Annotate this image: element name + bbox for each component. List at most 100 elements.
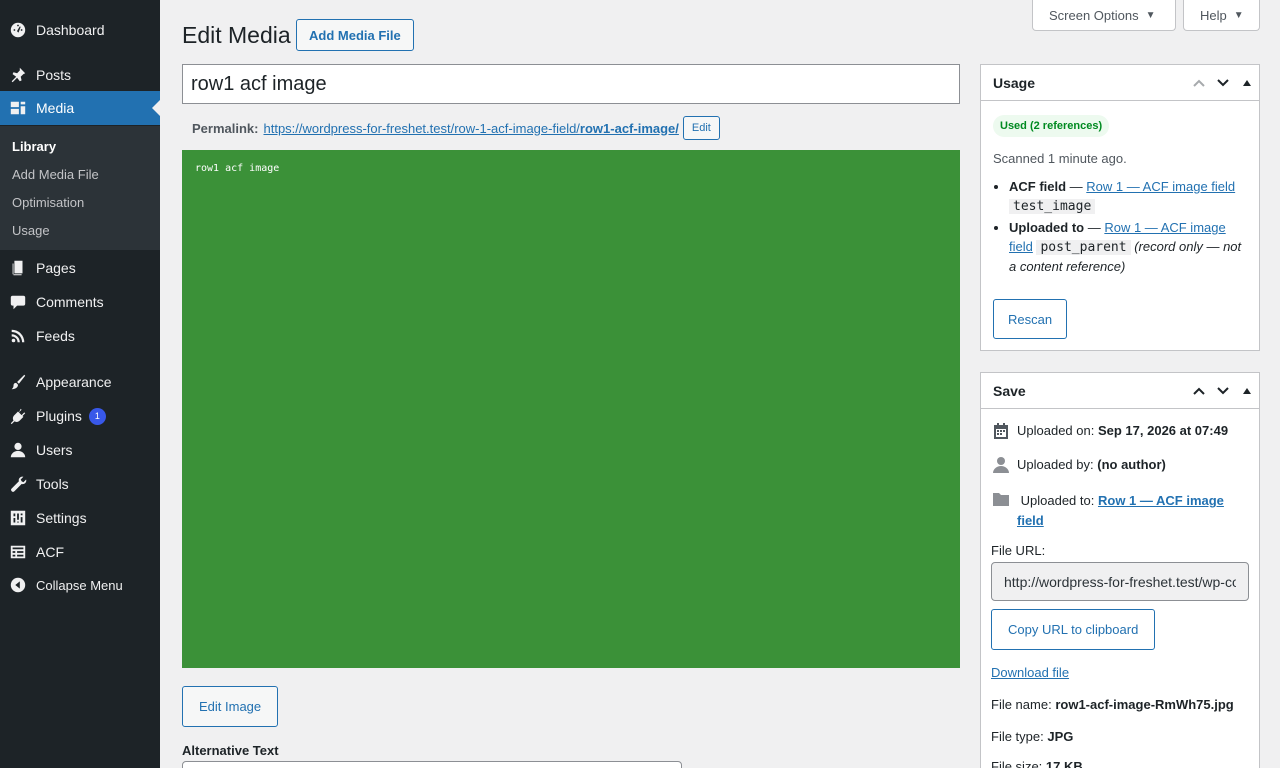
- screen-options-label: Screen Options: [1049, 7, 1139, 23]
- image-caption-text: row1 acf image: [195, 163, 280, 174]
- submenu-library[interactable]: Library: [12, 139, 56, 154]
- page-title: Edit Media: [182, 22, 291, 48]
- pin-icon: [0, 66, 36, 84]
- submenu-add-media-file[interactable]: Add Media File: [12, 167, 99, 182]
- sidebar-item-plugins[interactable]: Plugins 1: [0, 399, 160, 433]
- list-item: Uploaded to — Row 1 — ACF image field po…: [1009, 218, 1249, 276]
- screen-options-button[interactable]: Screen Options ▼: [1032, 0, 1176, 31]
- sidebar-item-tools[interactable]: Tools: [0, 467, 160, 501]
- uploaded-on-label: Uploaded on:: [1017, 423, 1095, 438]
- caret-down-icon: ▼: [1145, 9, 1156, 21]
- collapse-menu-button[interactable]: Collapse Menu: [0, 568, 160, 602]
- usage-postbox: Usage Used (2 references) Scanned 1 minu…: [980, 64, 1260, 351]
- field-name-code: test_image: [1009, 199, 1096, 214]
- move-down-button[interactable]: [1211, 65, 1235, 101]
- permalink-link[interactable]: https://wordpress-for-freshet.test/row-1…: [263, 121, 678, 136]
- ref-type-label: ACF field: [1009, 179, 1067, 194]
- save-postbox-header: Save: [981, 373, 1259, 409]
- help-label: Help: [1200, 7, 1227, 23]
- sidebar-item-feeds[interactable]: Feeds: [0, 319, 160, 353]
- save-title: Save: [993, 382, 1026, 399]
- sidebar-item-label: Posts: [36, 67, 72, 83]
- file-size-label: File size:: [991, 759, 1043, 768]
- brush-icon: [0, 373, 36, 391]
- add-media-file-button[interactable]: Add Media File: [296, 19, 414, 51]
- plugin-update-count-badge: 1: [88, 407, 106, 425]
- sidebar-item-label: Collapse Menu: [36, 577, 123, 593]
- download-file-link[interactable]: Download file: [991, 665, 1069, 680]
- calendar-icon: [994, 423, 1008, 439]
- uploaded-on-row: Uploaded on: Sep 17, 2026 at 07:49: [991, 421, 1228, 441]
- uploaded-to-label: Uploaded to:: [1020, 493, 1095, 508]
- plugin-icon: [0, 407, 36, 425]
- postbox-handle-actions: [1187, 65, 1259, 101]
- edit-image-button[interactable]: Edit Image: [182, 686, 279, 727]
- dashboard-icon: [0, 21, 36, 39]
- permalink-base: https://wordpress-for-freshet.test/row-1…: [263, 120, 580, 136]
- sidebar-item-acf[interactable]: ACF: [0, 535, 160, 569]
- sidebar-item-media[interactable]: Media: [0, 91, 160, 125]
- sidebar-item-dashboard[interactable]: Dashboard: [0, 13, 160, 47]
- move-up-button[interactable]: [1187, 373, 1211, 409]
- media-submenu: Library Add Media File Optimisation Usag…: [0, 126, 160, 250]
- move-down-button[interactable]: [1211, 373, 1235, 409]
- media-icon: [0, 99, 36, 117]
- usage-title: Usage: [993, 74, 1036, 91]
- comment-icon: [0, 293, 36, 311]
- toggle-panel-button[interactable]: [1235, 373, 1259, 409]
- rescan-button[interactable]: Rescan: [993, 299, 1068, 339]
- sidebar-item-label: Plugins: [36, 408, 82, 424]
- submenu-optimisation[interactable]: Optimisation: [12, 195, 84, 210]
- sidebar-item-posts[interactable]: Posts: [0, 58, 160, 92]
- title-input[interactable]: [182, 64, 960, 104]
- copy-url-button[interactable]: Copy URL to clipboard: [991, 609, 1156, 650]
- triangle-up-icon: [1243, 387, 1251, 394]
- toggle-panel-button[interactable]: [1235, 65, 1259, 101]
- permalink-slug: row1-acf-image/: [579, 120, 679, 136]
- settings-icon: [0, 509, 36, 527]
- postbox-handle-actions: [1187, 373, 1259, 409]
- triangle-up-icon: [1243, 79, 1251, 86]
- sidebar-item-settings[interactable]: Settings: [0, 501, 160, 535]
- file-size-value: 17 KB: [1045, 759, 1083, 768]
- permalink-row: Permalink: https://wordpress-for-freshet…: [192, 116, 720, 140]
- scanned-time: Scanned 1 minute ago.: [993, 151, 1127, 166]
- admin-sidebar: Dashboard Posts Media Library Add Media …: [0, 0, 160, 768]
- reference-list: ACF field — Row 1 — ACF image field test…: [1009, 177, 1249, 278]
- help-button[interactable]: Help ▼: [1183, 0, 1260, 31]
- alt-text-input[interactable]: [182, 761, 682, 768]
- usage-status-badge: Used (2 references): [993, 115, 1110, 137]
- usage-postbox-header: Usage: [981, 65, 1259, 101]
- ref-link[interactable]: Row 1 — ACF image field: [1086, 179, 1235, 194]
- sidebar-item-comments[interactable]: Comments: [0, 285, 160, 319]
- permalink-edit-button[interactable]: Edit: [682, 116, 720, 140]
- sidebar-item-users[interactable]: Users: [0, 433, 160, 467]
- sidebar-item-label: Pages: [36, 260, 76, 276]
- sidebar-item-label: Dashboard: [36, 22, 105, 38]
- sidebar-item-label: Settings: [36, 510, 87, 526]
- file-url-input[interactable]: [991, 562, 1249, 601]
- sidebar-item-appearance[interactable]: Appearance: [0, 365, 160, 399]
- move-up-button[interactable]: [1187, 65, 1211, 101]
- sidebar-item-label: Appearance: [36, 374, 112, 390]
- file-name-row: File name: row1-acf-image-RmWh75.jpg: [991, 697, 1234, 712]
- sidebar-item-label: Users: [36, 442, 73, 458]
- uploaded-by-label: Uploaded by:: [1017, 457, 1094, 472]
- submenu-usage[interactable]: Usage: [12, 223, 50, 238]
- file-type-row: File type: JPG: [991, 729, 1073, 744]
- media-preview-image: row1 acf image: [182, 150, 960, 668]
- field-name-code: post_parent: [1036, 240, 1131, 255]
- file-type-value: JPG: [1047, 729, 1074, 744]
- uploaded-on-value: Sep 17, 2026 at 07:49: [1097, 423, 1229, 438]
- sidebar-item-label: Media: [36, 100, 75, 116]
- ref-separator: —: [1066, 179, 1087, 194]
- file-name-value: row1-acf-image-RmWh75.jpg: [1055, 697, 1234, 712]
- folder-icon: [993, 493, 1009, 506]
- permalink-label: Permalink:: [192, 120, 259, 136]
- collapse-icon: [0, 576, 36, 594]
- file-name-label: File name:: [991, 697, 1052, 712]
- uploaded-by-value: (no author): [1097, 457, 1166, 472]
- file-url-label: File URL:: [991, 543, 1046, 558]
- sidebar-item-pages[interactable]: Pages: [0, 251, 160, 285]
- chevron-down-icon: [1217, 78, 1229, 86]
